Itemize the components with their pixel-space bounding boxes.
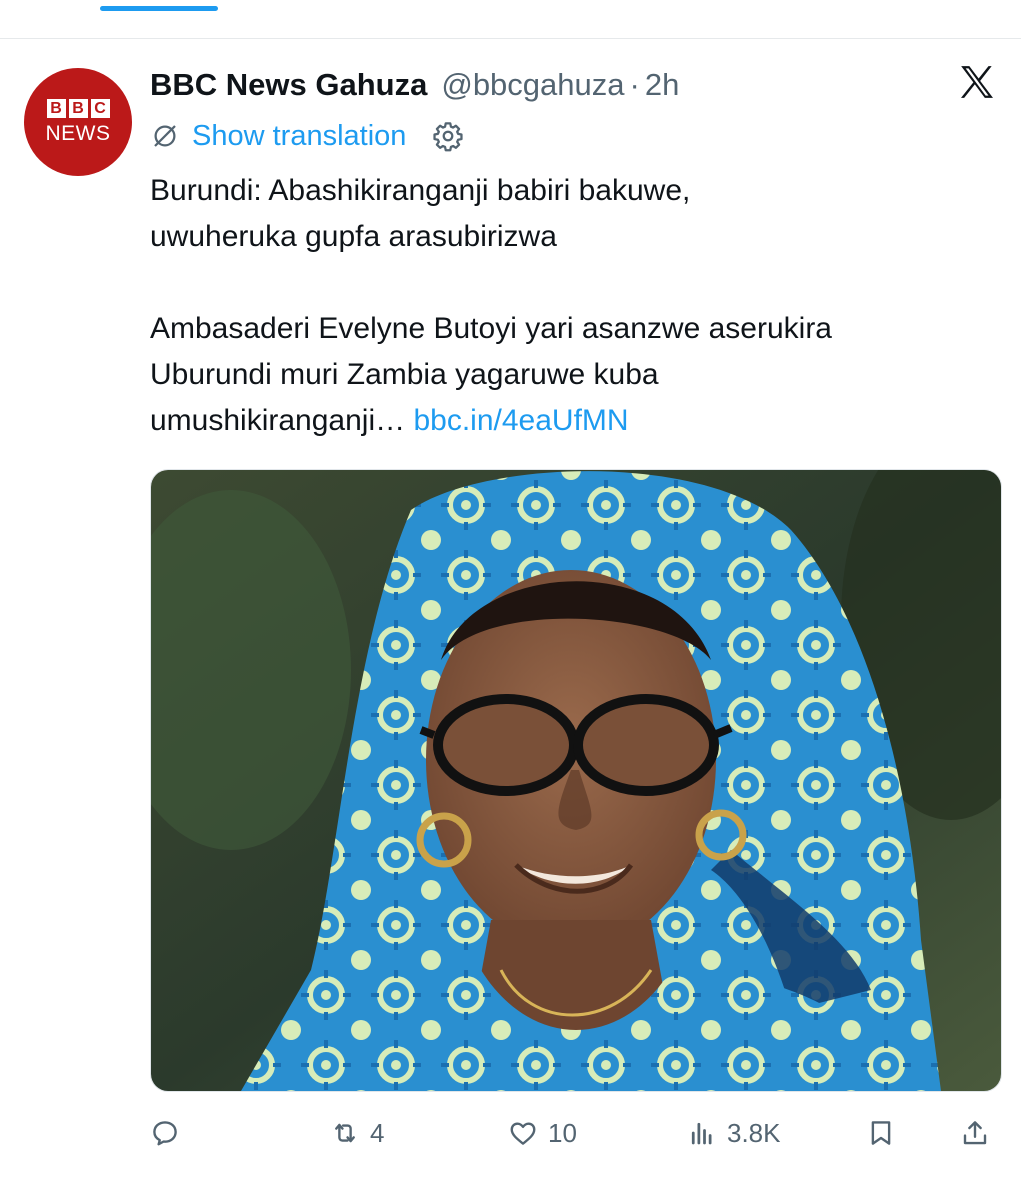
- bbc-logo: B B C: [46, 99, 110, 118]
- tweet-time[interactable]: 2h: [645, 67, 679, 103]
- like-button[interactable]: 10: [508, 1108, 577, 1158]
- divider: [0, 38, 1021, 39]
- gear-icon[interactable]: [432, 120, 464, 152]
- views-icon: [691, 1122, 712, 1145]
- tweet-text-line: Ambasaderi Evelyne Butoyi yari asanzwe a…: [150, 312, 832, 345]
- tweet-text-line: umushikiranganji… bbc.in/4eaUfMN: [150, 398, 1012, 444]
- tweet-text: Burundi: Abashikiranganji babiri bakuwe,…: [150, 168, 1012, 444]
- x-logo-icon[interactable]: [956, 62, 998, 102]
- tweet-header: BBC News Gahuza @bbcgahuza · 2h: [150, 64, 679, 106]
- tweet-text-line: Uburundi muri Zambia yagaruwe kuba: [150, 358, 659, 391]
- portrait-photo: [151, 470, 1001, 1091]
- tweet-photo[interactable]: [150, 469, 1002, 1092]
- avatar[interactable]: B B C NEWS: [24, 68, 132, 176]
- show-translation-link[interactable]: Show translation: [192, 120, 406, 153]
- bookmark-icon: [871, 1121, 891, 1145]
- tweet-text-truncated: umushikiranganji…: [150, 404, 406, 437]
- views-count: 3.8K: [727, 1117, 781, 1148]
- translation-row: Show translation: [150, 116, 464, 156]
- author-name[interactable]: BBC News Gahuza: [150, 67, 427, 103]
- views-button[interactable]: 3.8K: [687, 1108, 781, 1158]
- heart-icon: [510, 1122, 536, 1145]
- retweet-button[interactable]: 4: [330, 1108, 384, 1158]
- tweet-text-line: uwuheruka gupfa arasubirizwa: [150, 220, 557, 253]
- share-icon: [963, 1121, 987, 1145]
- bbc-logo-letter: C: [90, 99, 110, 118]
- reply-button[interactable]: [150, 1108, 190, 1158]
- reply-icon: [153, 1121, 177, 1146]
- bookmark-button[interactable]: [866, 1108, 896, 1158]
- retweet-icon: [335, 1123, 355, 1143]
- share-button[interactable]: [960, 1108, 990, 1158]
- like-count: 10: [548, 1117, 577, 1148]
- tweet-link[interactable]: bbc.in/4eaUfMN: [413, 404, 628, 437]
- author-handle[interactable]: @bbcgahuza: [441, 67, 624, 103]
- tweet-actions: 4 10 3.8K: [150, 1108, 1000, 1158]
- retweet-count: 4: [370, 1117, 385, 1148]
- bbc-logo-word: NEWS: [45, 122, 111, 145]
- bbc-logo-letter: B: [46, 99, 66, 118]
- tab-indicator: [100, 6, 218, 11]
- tweet-text-line: Burundi: Abashikiranganji babiri bakuwe,: [150, 174, 691, 207]
- separator-dot: ·: [629, 67, 640, 102]
- translate-icon: [154, 125, 176, 147]
- bbc-logo-letter: B: [68, 99, 88, 118]
